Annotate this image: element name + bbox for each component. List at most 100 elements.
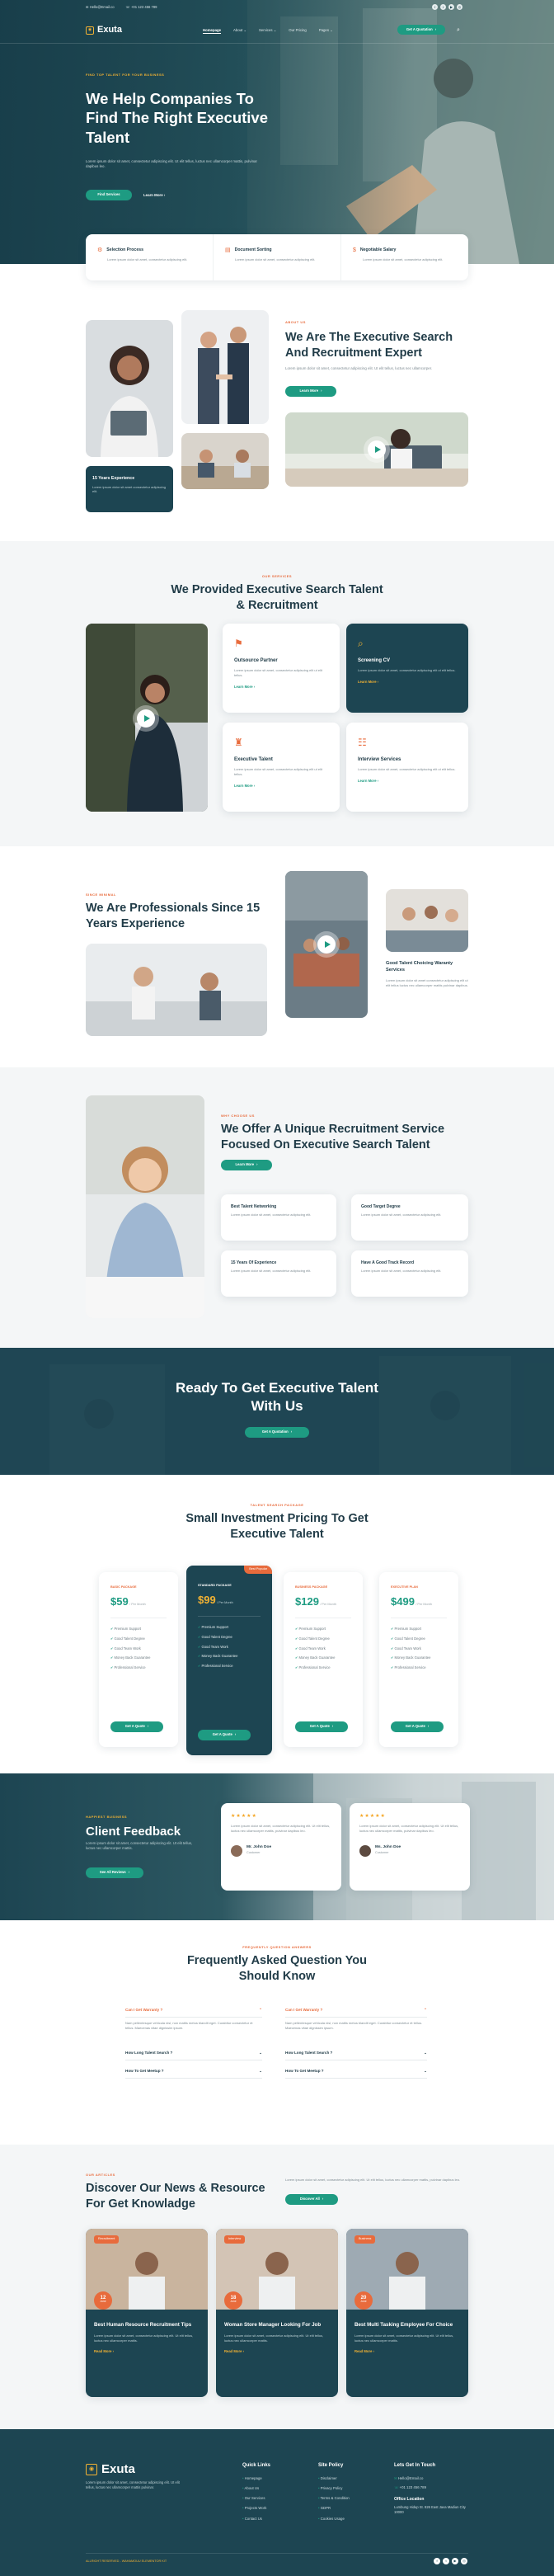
news-title[interactable]: Best Human Resource Recruitment Tips [94, 2322, 200, 2329]
footer-link[interactable]: Homepage [242, 2476, 270, 2481]
plan-price: $499 [391, 1594, 415, 1608]
footer-link[interactable]: Terms & Condition [318, 2496, 350, 2501]
nav-item-pages[interactable]: Pages ⌄ [319, 28, 333, 34]
see-all-reviews-button[interactable]: See All Reviews › [86, 1867, 143, 1878]
play-button[interactable] [368, 440, 386, 459]
unique-learn-more-button[interactable]: Learn More › [221, 1160, 272, 1170]
faq-answer: Nam pellentesque vehicula nisl, non matt… [285, 2021, 423, 2030]
news-title[interactable]: Woman Store Manager Looking For Job [224, 2322, 330, 2329]
service-card[interactable]: ☷ Interview Services Lorem ipsum dolor s… [346, 723, 468, 812]
services-section: Our Services We Provided Executive Searc… [0, 541, 554, 846]
pricing-card: Business Package $129 / Per Month Premium … [284, 1572, 363, 1747]
service-card[interactable]: ♜ Executive Talent Lorem ipsum dolor sit… [223, 723, 340, 812]
unique-item: Good Target Degree Lorem ipsum dolor sit … [351, 1194, 468, 1241]
footer-phone[interactable]: ☏ +01 123 456 789 [394, 2485, 468, 2490]
footer-link[interactable]: About Us [242, 2486, 270, 2491]
about-learn-more-button[interactable]: Learn More › [285, 386, 336, 397]
plan-feature: Professional Service [295, 1665, 351, 1670]
twitter-icon[interactable]: t [443, 2558, 449, 2564]
faq-item-open[interactable]: Can I Get Warranty ? ⌃ [125, 2008, 262, 2018]
read-more-link[interactable]: Read More › [354, 2349, 460, 2354]
faq-item[interactable]: How Long Talent Search ? ⌄ [285, 2051, 427, 2060]
footer-link[interactable]: Contact Us [242, 2517, 270, 2522]
executive-icon: ♜ [234, 737, 243, 748]
service-card-active[interactable]: ⌕ Screening CV Lorem ipsum dolor sit ame… [346, 624, 468, 713]
cta-quotation-button[interactable]: Get A Quotation › [245, 1427, 309, 1438]
footer-link[interactable]: Our Services [242, 2496, 270, 2501]
salary-icon: $ [353, 247, 356, 253]
plan-feature: Premium Support [110, 1627, 167, 1632]
footer-logo[interactable]: ◉ Exuta [86, 2461, 135, 2479]
news-card[interactable]: Recruitment 12 June Best Human Resource Rec… [86, 2229, 208, 2397]
topbar-email[interactable]: ✉ Hello@Email.co [86, 5, 115, 10]
get-quote-button[interactable]: Get A Quote › [295, 1721, 348, 1732]
nav-item-services[interactable]: Services ⌄ [259, 28, 276, 34]
service-learn-more-link[interactable]: Learn More › [358, 680, 457, 685]
nav-item-about[interactable]: About ⌄ [233, 28, 246, 34]
news-date: 18 June [224, 2291, 242, 2310]
plan-name: Business Package [295, 1585, 328, 1589]
plan-price: $129 [295, 1594, 319, 1608]
faq-item[interactable]: How To Get Meetup ? ⌄ [125, 2069, 262, 2079]
instagram-icon[interactable]: ◎ [457, 4, 462, 10]
unique-title: We Offer A Unique Recruitment Service Fo… [221, 1123, 445, 1151]
topbar-phone[interactable]: ☏ +01 123 456 789 [126, 5, 157, 10]
cta-title: Ready To Get Executive Talent With Us [176, 1380, 378, 1415]
discover-all-button[interactable]: Discover All › [285, 2194, 338, 2205]
news-title: Discover Our News & Resource For Get Kno… [86, 2182, 265, 2211]
plan-features: Premium Support Good Talent Degree Good Te… [110, 1627, 167, 1669]
find-services-button[interactable]: Find Services [86, 190, 132, 200]
plan-feature: Money Back Guarantee [295, 1655, 351, 1660]
quotation-button[interactable]: Get A Quotation › [397, 25, 445, 35]
unique-photo-woman [86, 1095, 204, 1318]
facebook-icon[interactable]: f [432, 4, 438, 10]
pricing-card: Executive Plan $499 / Per Month Premium Su… [379, 1572, 458, 1747]
plan-feature: Premium Support [391, 1627, 447, 1632]
quick-links: Quick Links Homepage About Us Our Servic… [242, 2462, 270, 2527]
footer-link[interactable]: GDPR [318, 2506, 350, 2511]
service-learn-more-link[interactable]: Learn More › [234, 685, 328, 690]
nav-item-homepage[interactable]: Homepage [203, 28, 221, 35]
instagram-icon[interactable]: ◎ [461, 2558, 467, 2564]
play-button[interactable] [317, 935, 336, 954]
service-card[interactable]: ⚑ Outsource Partner Lorem ipsum dolor si… [223, 624, 340, 713]
footer-link[interactable]: Projects Work [242, 2506, 270, 2511]
get-quote-button[interactable]: Get A Quote › [198, 1730, 251, 1740]
news-tag: Recruitment [94, 2235, 120, 2244]
news-eyebrow: Our Articles [86, 2173, 115, 2177]
youtube-icon[interactable]: ▶ [452, 2558, 458, 2564]
service-learn-more-link[interactable]: Learn More › [234, 784, 328, 789]
read-more-link[interactable]: Read More › [224, 2349, 330, 2354]
footer-link[interactable]: Cookies Usage [318, 2517, 350, 2522]
rating-stars: ★★★★★ [359, 1814, 386, 1819]
logo[interactable]: ◉ Exuta [86, 24, 122, 37]
twitter-icon[interactable]: t [440, 4, 446, 10]
search-icon[interactable]: ⌕ [457, 26, 460, 35]
faq-item[interactable]: How Long Talent Search ? ⌄ [125, 2051, 262, 2060]
play-button[interactable] [137, 709, 155, 728]
unique-item: Have A Good Track Record Lorem ipsum dolo… [351, 1250, 468, 1297]
youtube-icon[interactable]: ▶ [448, 4, 454, 10]
news-card[interactable]: Business 20 June Best Multi Tasking Employe… [346, 2229, 468, 2397]
get-quote-button[interactable]: Get A Quote › [391, 1721, 444, 1732]
faq-item[interactable]: How To Get Meetup ? ⌄ [285, 2069, 427, 2079]
faq-item-open[interactable]: Can I Get Warranty ? ⌃ [285, 2008, 427, 2018]
plan-feature: Good Team Work [110, 1646, 167, 1651]
plan-name: Basic Package [110, 1585, 137, 1589]
hero-learn-more-link[interactable]: Learn More › [143, 193, 165, 198]
read-more-link[interactable]: Read More › [94, 2349, 200, 2354]
review-card: ★★★★★ Lorem ipsum dolor sit amet, consec… [350, 1803, 470, 1891]
nav-item-pricing[interactable]: Our Pricing [289, 28, 307, 34]
facebook-icon[interactable]: f [434, 2558, 440, 2564]
faq-eyebrow: Frequently Question Answers [242, 1945, 312, 1949]
footer-link[interactable]: Privacy Policy [318, 2486, 350, 2491]
get-quote-button[interactable]: Get A Quote › [110, 1721, 163, 1732]
news-card[interactable]: Interview 18 June Woman Store Manager Looki… [216, 2229, 338, 2397]
feedback-eyebrow: Happiest Business [86, 1815, 128, 1819]
pricing-title: Small Investment Pricing To Get Executiv… [185, 1512, 369, 1541]
site-policy-links: Site Policy Disclaimer Privacy Policy Te… [318, 2462, 350, 2527]
service-learn-more-link[interactable]: Learn More › [358, 779, 457, 784]
news-title[interactable]: Best Multi Tasking Employee For Choice [354, 2322, 460, 2329]
footer-email[interactable]: ✉ Hello@Email.co [394, 2476, 468, 2481]
footer-link[interactable]: Disclaimer [318, 2476, 350, 2481]
